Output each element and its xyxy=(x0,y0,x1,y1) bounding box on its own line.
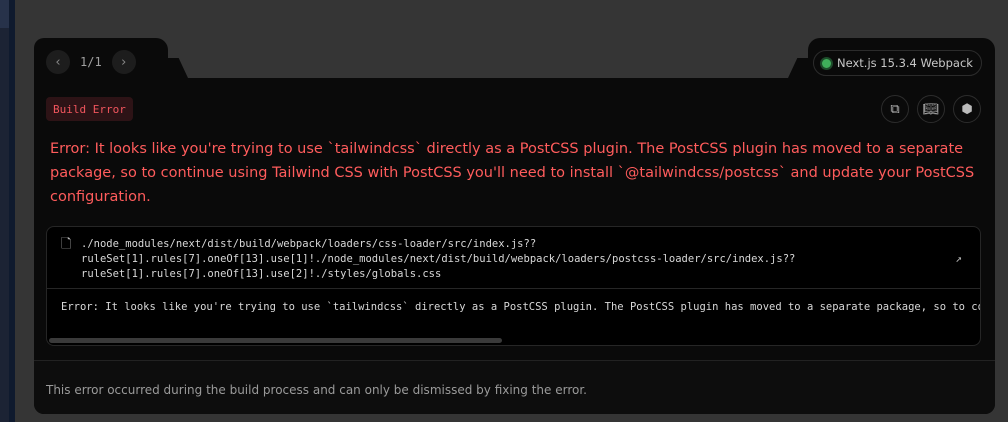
path-line: ./node_modules/next/dist/build/webpack/l… xyxy=(81,238,537,250)
file-path[interactable]: ./node_modules/next/dist/build/webpack/l… xyxy=(81,237,795,288)
error-message: Error: It looks like you're trying to us… xyxy=(50,141,975,205)
chevron-left-icon[interactable]: ‹ xyxy=(46,50,70,74)
version-badge[interactable]: Next.js 15.3.4 Webpack xyxy=(813,50,982,76)
horizontal-scrollbar[interactable] xyxy=(49,338,502,343)
code-frame-body: Error: It looks like you're trying to us… xyxy=(61,301,980,313)
toolbar: ⧉ 📖︎ ⬢ xyxy=(881,95,981,123)
copy-icon[interactable]: ⧉ xyxy=(881,95,909,123)
chevron-right-icon[interactable]: › xyxy=(111,50,136,74)
error-dialog: Build Error ⧉ 📖︎ ⬢ Error: It looks like … xyxy=(34,78,995,414)
error-pagination: ‹ 1/1 › xyxy=(46,50,136,74)
docs-book-icon[interactable]: 📖︎ xyxy=(917,95,945,123)
nextjs-hex-icon[interactable]: ⬢ xyxy=(953,95,981,123)
version-label: Next.js 15.3.4 Webpack xyxy=(837,56,973,70)
build-error-badge: Build Error xyxy=(46,97,133,121)
path-line: ruleSet[1].rules[7].oneOf[13].use[1]!./n… xyxy=(81,253,796,265)
external-link-icon[interactable]: ↗ xyxy=(955,251,962,266)
code-frame-header: 🗋 ./node_modules/next/dist/build/webpack… xyxy=(47,227,980,289)
path-line: ruleSet[1].rules[7].oneOf[13].use[2]!./s… xyxy=(81,268,442,280)
error-counter: 1/1 xyxy=(80,55,102,69)
footer-note: This error occurred during the build pro… xyxy=(34,360,995,414)
status-dot-icon xyxy=(822,58,831,68)
code-frame: 🗋 ./node_modules/next/dist/build/webpack… xyxy=(46,226,981,346)
file-icon: 🗋 xyxy=(61,237,72,252)
left-edge xyxy=(0,0,15,422)
